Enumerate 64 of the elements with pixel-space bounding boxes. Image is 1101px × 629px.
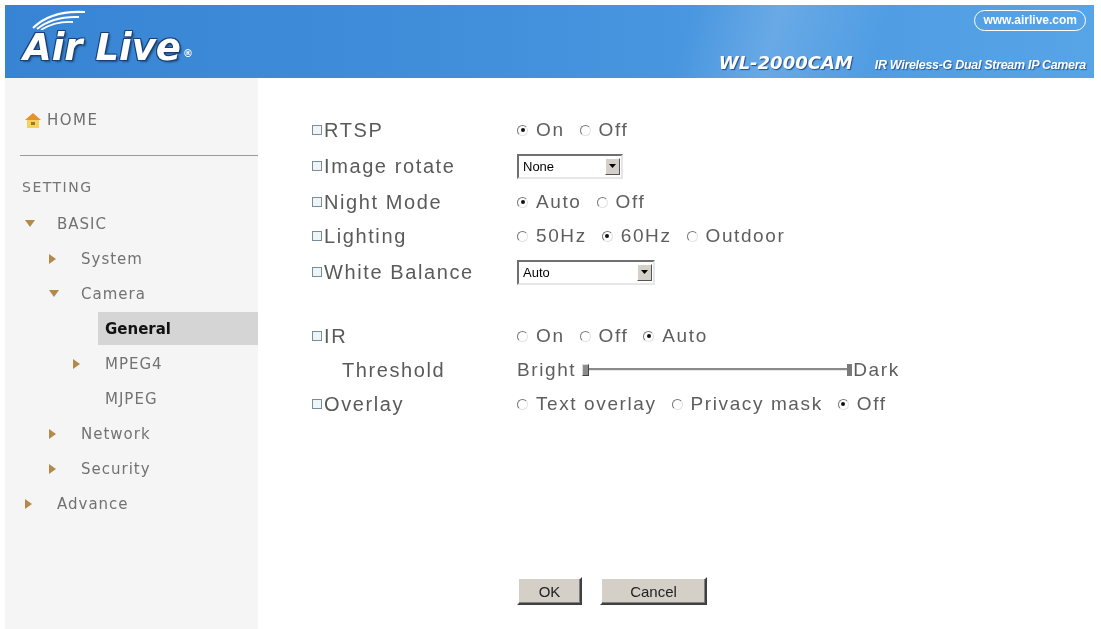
radio-button[interactable] <box>686 230 698 242</box>
radio-label: Auto <box>536 191 582 213</box>
radio-label: Auto <box>662 325 708 347</box>
triangle-right-icon[interactable] <box>25 498 32 509</box>
form-button[interactable]: Cancel <box>600 577 707 605</box>
section-heading: SETTING <box>22 178 93 196</box>
product-description: IR Wireless-G Dual Stream IP Camera <box>874 58 1086 72</box>
radio-button[interactable] <box>643 330 655 342</box>
radio-label: 60Hz <box>620 225 672 247</box>
radio-button[interactable] <box>601 230 613 242</box>
radio-button[interactable] <box>517 330 528 342</box>
setting-label: RTSP <box>324 118 384 142</box>
radio-label: Off <box>615 191 646 213</box>
radio-label: On <box>536 325 565 347</box>
radio-button[interactable] <box>837 398 849 410</box>
slider-max-label: Dark <box>853 359 900 381</box>
radio-label: Privacy mask <box>690 393 823 415</box>
setting-label: Threshold <box>342 358 446 382</box>
tree-item[interactable]: BASIC <box>50 207 114 240</box>
tree-item[interactable]: Network <box>74 417 158 450</box>
radio-label: Off <box>598 119 629 141</box>
radio-label: 50Hz <box>536 225 587 247</box>
radio-button[interactable] <box>517 196 528 208</box>
tree-item[interactable]: Camera <box>74 277 153 310</box>
triangle-down-icon[interactable] <box>25 220 35 227</box>
setting-label: Night Mode <box>324 190 443 214</box>
tree-item[interactable]: Security <box>74 452 158 485</box>
radio-button[interactable] <box>517 124 528 136</box>
caret-down-icon <box>637 263 652 281</box>
radio-button[interactable] <box>517 398 528 410</box>
tree-item[interactable]: MJPEG <box>98 382 165 415</box>
radio-button[interactable] <box>517 230 528 242</box>
setting-label: Lighting <box>324 224 407 248</box>
setting-label: Overlay <box>324 392 405 416</box>
home-link[interactable]: HOME <box>47 111 99 129</box>
triangle-right-icon[interactable] <box>49 253 56 264</box>
caret-down-icon <box>605 157 620 175</box>
setting-label: IR <box>324 324 348 348</box>
setting-label: Image rotate <box>324 154 456 178</box>
radio-button[interactable] <box>579 124 591 136</box>
triangle-right-icon[interactable] <box>49 428 56 439</box>
tree-item[interactable]: General <box>98 312 258 345</box>
radio-label: Text overlay <box>536 393 657 415</box>
slider-min-label: Bright <box>517 359 577 381</box>
triangle-down-icon[interactable] <box>49 290 59 297</box>
radio-label: Off <box>856 393 887 415</box>
triangle-right-icon[interactable] <box>49 463 56 474</box>
model-name: WL-2000CAM <box>718 52 853 73</box>
dropdown[interactable]: Auto <box>517 259 655 285</box>
slider-thumb[interactable] <box>582 364 590 376</box>
radio-button[interactable] <box>671 398 683 410</box>
triangle-right-icon[interactable] <box>73 358 80 369</box>
form-button[interactable]: OK <box>517 577 582 605</box>
radio-button[interactable] <box>596 196 608 208</box>
radio-label: Off <box>598 325 629 347</box>
tree-item[interactable]: System <box>74 242 150 275</box>
dropdown[interactable]: None <box>517 153 623 179</box>
radio-label: On <box>536 119 565 141</box>
setting-label: White Balance <box>324 260 474 284</box>
house-icon <box>25 112 41 128</box>
tree-item[interactable]: Advance <box>50 487 136 520</box>
tree-item[interactable]: MPEG4 <box>98 347 170 380</box>
radio-button[interactable] <box>579 330 591 342</box>
radio-label: Outdoor <box>705 225 786 247</box>
